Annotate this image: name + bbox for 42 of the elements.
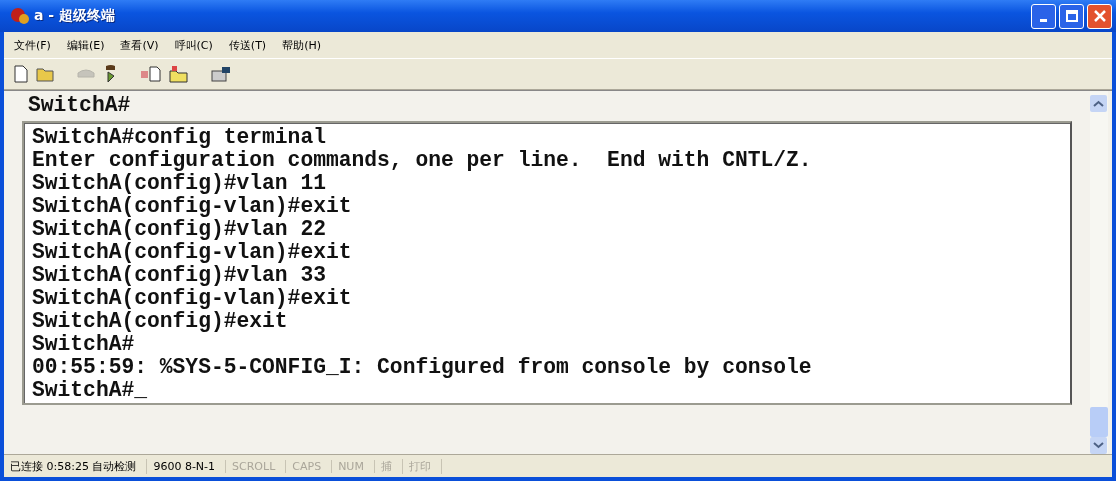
- menu-item[interactable]: 传送(T): [228, 37, 267, 53]
- menu-item[interactable]: 呼叫(C): [174, 37, 213, 53]
- minimize-icon: [1040, 18, 1047, 22]
- terminal-line: SwitchA(config)#vlan 33: [32, 264, 327, 287]
- receive-file-icon[interactable]: [168, 65, 190, 83]
- status-panel: 打印: [402, 458, 442, 474]
- menu-item[interactable]: 编辑(E): [66, 37, 105, 53]
- terminal-line: SwitchA#: [32, 333, 136, 356]
- status-panel: NUM: [332, 459, 375, 473]
- terminal-line: SwitchA(config)#vlan 11: [32, 172, 327, 195]
- scroll-thumb[interactable]: [1090, 407, 1108, 437]
- status-panel: 已连接 0:58:25 自动检测: [4, 458, 148, 474]
- scroll-down-icon[interactable]: [1090, 437, 1107, 454]
- status-panel: 捕: [374, 458, 403, 474]
- close-icon: [1093, 10, 1106, 22]
- menu-item[interactable]: 查看(V): [120, 37, 159, 53]
- menu-item[interactable]: 帮助(H): [282, 37, 321, 53]
- window-title: a - 超级终端: [34, 7, 115, 25]
- scroll-up-icon[interactable]: [1090, 95, 1107, 112]
- maximize-icon: [1065, 10, 1078, 22]
- scrollbar[interactable]: [1090, 91, 1108, 454]
- terminal-line: SwitchA(config-vlan)#exit: [32, 287, 353, 310]
- terminal-line: 00:55:59: %SYS-5-CONFIG_I: Configured from console by console: [32, 356, 813, 379]
- new-document-icon[interactable]: [12, 65, 30, 83]
- status-panel: SCROLL: [226, 459, 287, 473]
- terminal-line: SwitchA#: [27, 92, 132, 119]
- folder-icon[interactable]: [36, 65, 56, 83]
- minimize-button[interactable]: [1031, 3, 1056, 29]
- terminal-line: SwitchA(config)#exit: [32, 310, 289, 333]
- close-button[interactable]: [1087, 3, 1112, 29]
- terminal-line: SwitchA(config)#vlan 22: [32, 218, 327, 241]
- status-panel: 9600 8-N-1: [147, 459, 227, 473]
- terminal-line: SwitchA(config-vlan)#exit: [32, 195, 353, 218]
- terminal-line: Enter configuration commands, one per line. End with CNTL/Z.: [32, 149, 813, 172]
- maximize-button[interactable]: [1059, 3, 1084, 29]
- terminal-line: SwitchA#config terminal: [32, 126, 327, 149]
- terminal-line: SwitchA(config-vlan)#exit: [32, 241, 353, 264]
- send-file-icon[interactable]: [140, 65, 162, 83]
- properties-icon[interactable]: [210, 65, 232, 83]
- menu-item[interactable]: 文件(F): [14, 37, 51, 53]
- status-panel: CAPS: [286, 459, 333, 473]
- terminal-line: SwitchA#_: [32, 379, 149, 402]
